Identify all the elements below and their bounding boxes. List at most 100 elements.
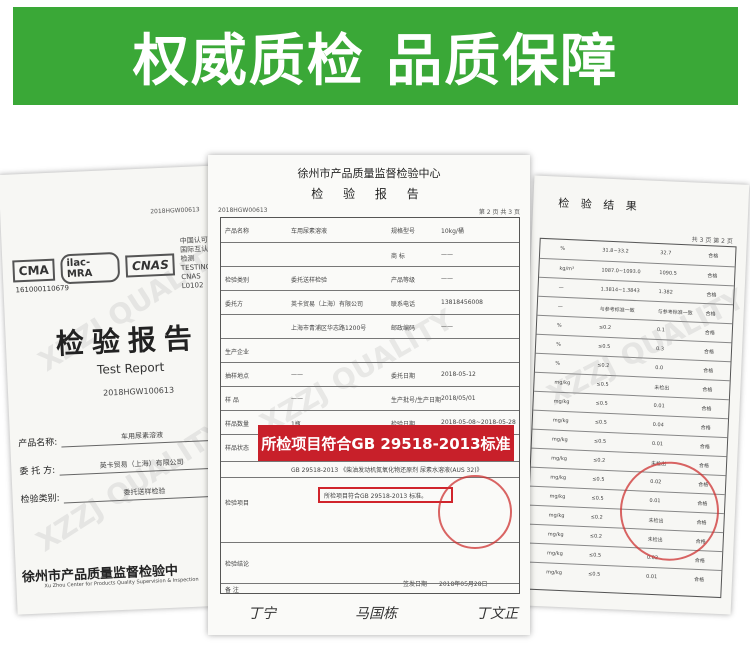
table-cell: 车用尿素溶液 xyxy=(291,228,328,235)
table-cell: 32.7 xyxy=(660,250,672,257)
table-row: 抽样地点 —— 委托日期 2018-05-12 xyxy=(221,362,519,387)
table-cell: mg/kg xyxy=(546,569,563,577)
table-cell: 邮政编码 xyxy=(391,325,416,332)
standard-text: GB 29518-2013 《柴油发动机氮氧化物还原剂 尿素水溶液(AUS 32… xyxy=(291,467,483,474)
field-value: 委托送样检验 xyxy=(63,483,226,504)
table-cell: % xyxy=(555,341,562,348)
table-cell: 0.0 xyxy=(655,364,664,372)
table-cell: mg/kg xyxy=(551,436,568,444)
table-cell: mg/kg xyxy=(549,493,566,501)
table-cell: 联系电话 xyxy=(391,301,416,308)
table-cell: ≤0.2 xyxy=(592,457,606,464)
table-cell: mg/kg xyxy=(552,417,569,425)
table-cell: % xyxy=(556,322,562,329)
table-cell: 合格 xyxy=(700,425,711,432)
cnas-logo-icon: CNAS xyxy=(125,253,176,278)
table-cell: 1.3814~1.3843 xyxy=(600,286,640,295)
table-cell: 1.382 xyxy=(658,289,673,296)
org-name: 徐州市产品质量监督检验中心 xyxy=(297,167,441,180)
results-page: XZZJ QUALITY 检 验 结 果 共 3 页 第 2 页 % 31.8~3… xyxy=(515,175,750,615)
table-cell: ≤0.5 xyxy=(588,571,601,578)
report-title: 检 验 报 告 xyxy=(311,187,427,201)
table-cell: mg/kg xyxy=(554,379,571,387)
table-cell: 0.04 xyxy=(652,421,664,429)
table-cell: ≤0.2 xyxy=(589,533,603,540)
table-cell: mg/kg xyxy=(553,398,570,406)
table-cell: 合格 xyxy=(704,330,715,337)
table-cell: ≤0.5 xyxy=(597,343,611,350)
table-cell: 合格 xyxy=(694,557,705,565)
table-cell: 0.01 xyxy=(651,440,664,448)
table-cell: 产品名称 xyxy=(225,228,250,235)
header-banner: 权威质检 品质保障 xyxy=(13,7,738,105)
results-title: 检 验 结 果 xyxy=(558,196,642,214)
table-cell: 1087.0~1093.0 xyxy=(601,267,641,276)
signature: 丁宁 xyxy=(248,606,276,622)
conclusion-label: 检验结论 xyxy=(225,561,250,568)
table-cell: 合格 xyxy=(701,406,712,413)
cma-logo-icon: CMA xyxy=(12,258,56,283)
conclusion-highlight: 所检项目符合GB 29518-2013 标准。 xyxy=(318,487,453,503)
table-cell: 1090.5 xyxy=(659,270,677,277)
table-cell: ≤0.5 xyxy=(596,381,609,388)
table-cell: mg/kg xyxy=(550,474,567,482)
signatures: 丁宁 马国栋 丁文正 xyxy=(248,603,518,623)
report-number: 2018HGW00613 xyxy=(218,207,268,214)
table-cell: 31.8~33.2 xyxy=(602,247,629,255)
report-title-cn: 检验报告 xyxy=(55,321,201,361)
table-cell: 0.01 xyxy=(645,573,658,581)
table-row: 检验类别 委托送样检验 产品等级 —— xyxy=(221,266,519,291)
field-label: 检验类别: xyxy=(20,493,60,506)
table-cell: 2018-05-12 xyxy=(441,371,476,378)
table-cell: 规格型号 xyxy=(391,228,416,235)
table-cell: —— xyxy=(291,371,303,378)
table-cell: ≤0.5 xyxy=(591,495,604,502)
report-detail-page: XZZJ QUALITY 徐州市产品质量监督检验中心 检 验 报 告 2018H… xyxy=(208,155,530,635)
table-cell: ≤0.2 xyxy=(597,362,610,369)
table-cell: 0.01 xyxy=(653,402,665,410)
table-row: 上海市青浦区华志路1200号 邮政编码 —— xyxy=(221,314,519,339)
table-row: 产品名称 车用尿素溶液 规格型号 10kg/桶 xyxy=(221,218,519,242)
table-cell: 0.3 xyxy=(655,345,665,353)
table-cell: 生产企业 xyxy=(225,349,250,356)
inspection-seal-icon xyxy=(438,475,512,549)
table-cell: 委托送样检验 xyxy=(291,277,328,284)
remark-label: 备 注 xyxy=(225,587,239,594)
table-cell: 样品数量 xyxy=(225,421,250,428)
signature: 丁文正 xyxy=(476,606,518,622)
table-cell: mg/kg xyxy=(547,531,564,539)
page-number: 第 2 页 共 3 页 xyxy=(478,209,520,216)
table-cell: 合格 xyxy=(707,273,718,280)
table-cell: 与参考标准一致 xyxy=(657,309,693,317)
table-cell: 产品等级 xyxy=(391,277,416,284)
table-cell: —— xyxy=(441,323,453,330)
signature: 马国栋 xyxy=(355,606,397,622)
field-label: 委 托 方: xyxy=(19,465,56,478)
table-row: 样 品 —— 生产批号/生产日期 2018/05/01 xyxy=(221,386,519,411)
report-title-en: Test Report xyxy=(96,359,165,377)
table-cell: mg/kg xyxy=(551,455,568,463)
table-cell: 2018/05/01 xyxy=(441,395,476,402)
table-cell: 0.1 xyxy=(656,327,665,334)
table-cell: 委托方 xyxy=(225,301,244,308)
table-cell: 商 标 xyxy=(391,253,405,260)
table-cell: ≤0.5 xyxy=(594,419,608,426)
table-cell: 合格 xyxy=(705,311,716,318)
table-cell: 10kg/桶 xyxy=(441,228,464,235)
table-cell: 与参考标准一致 xyxy=(599,306,635,315)
banner-title: 权威质检 品质保障 xyxy=(132,28,619,94)
table-cell: kg/m³ xyxy=(559,265,575,273)
remark-row: 备 注 xyxy=(221,583,519,594)
table-cell: 合格 xyxy=(707,253,719,260)
table-cell: 合格 xyxy=(706,292,717,299)
table-cell: 抽样地点 xyxy=(225,373,250,380)
table-cell: 样品状态 xyxy=(225,445,250,452)
compliance-callout: 所检项目符合GB 29518-2013标准 xyxy=(258,425,514,461)
table-cell: ≤0.2 xyxy=(590,514,603,521)
table-cell: 英卡贸易（上海）有限公司 xyxy=(291,301,364,308)
table-cell: 委托日期 xyxy=(391,373,416,380)
table-cell: 合格 xyxy=(693,576,705,584)
table-cell: — xyxy=(557,303,563,310)
table-cell: ≤0.5 xyxy=(588,552,602,559)
table-cell: 合格 xyxy=(702,368,714,375)
